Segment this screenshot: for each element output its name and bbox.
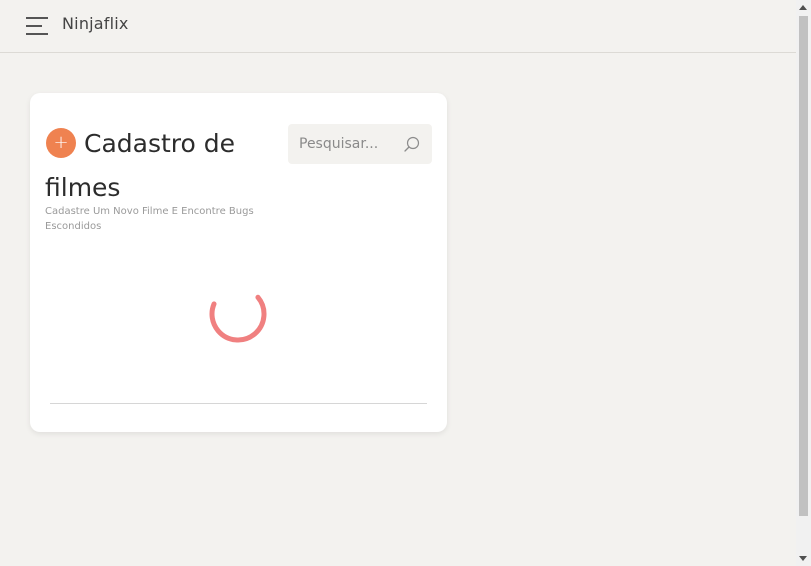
page-title: Cadastro de filmes — [45, 129, 236, 202]
menu-line — [26, 33, 48, 35]
vertical-scrollbar[interactable] — [796, 0, 811, 566]
hamburger-menu-icon[interactable] — [26, 17, 48, 35]
movies-card: Cadastro de filmes + Cadastre Um Novo Fi… — [30, 93, 447, 432]
scroll-down-icon[interactable] — [799, 556, 807, 561]
add-movie-button[interactable]: + — [46, 128, 76, 158]
menu-line — [26, 25, 42, 27]
page-subtitle: Cadastre Um Novo Filme E Encontre Bugs E… — [45, 206, 254, 232]
brand-name[interactable]: Ninjaflix — [62, 14, 129, 33]
top-bar: Ninjaflix — [0, 0, 796, 53]
search-box — [288, 124, 432, 164]
scrollbar-thumb[interactable] — [799, 16, 808, 516]
loading-spinner-icon — [209, 285, 267, 343]
menu-line — [26, 17, 48, 19]
search-input[interactable] — [288, 124, 398, 164]
scroll-up-icon[interactable] — [799, 5, 807, 10]
search-icon[interactable] — [404, 136, 420, 152]
divider — [50, 403, 427, 404]
